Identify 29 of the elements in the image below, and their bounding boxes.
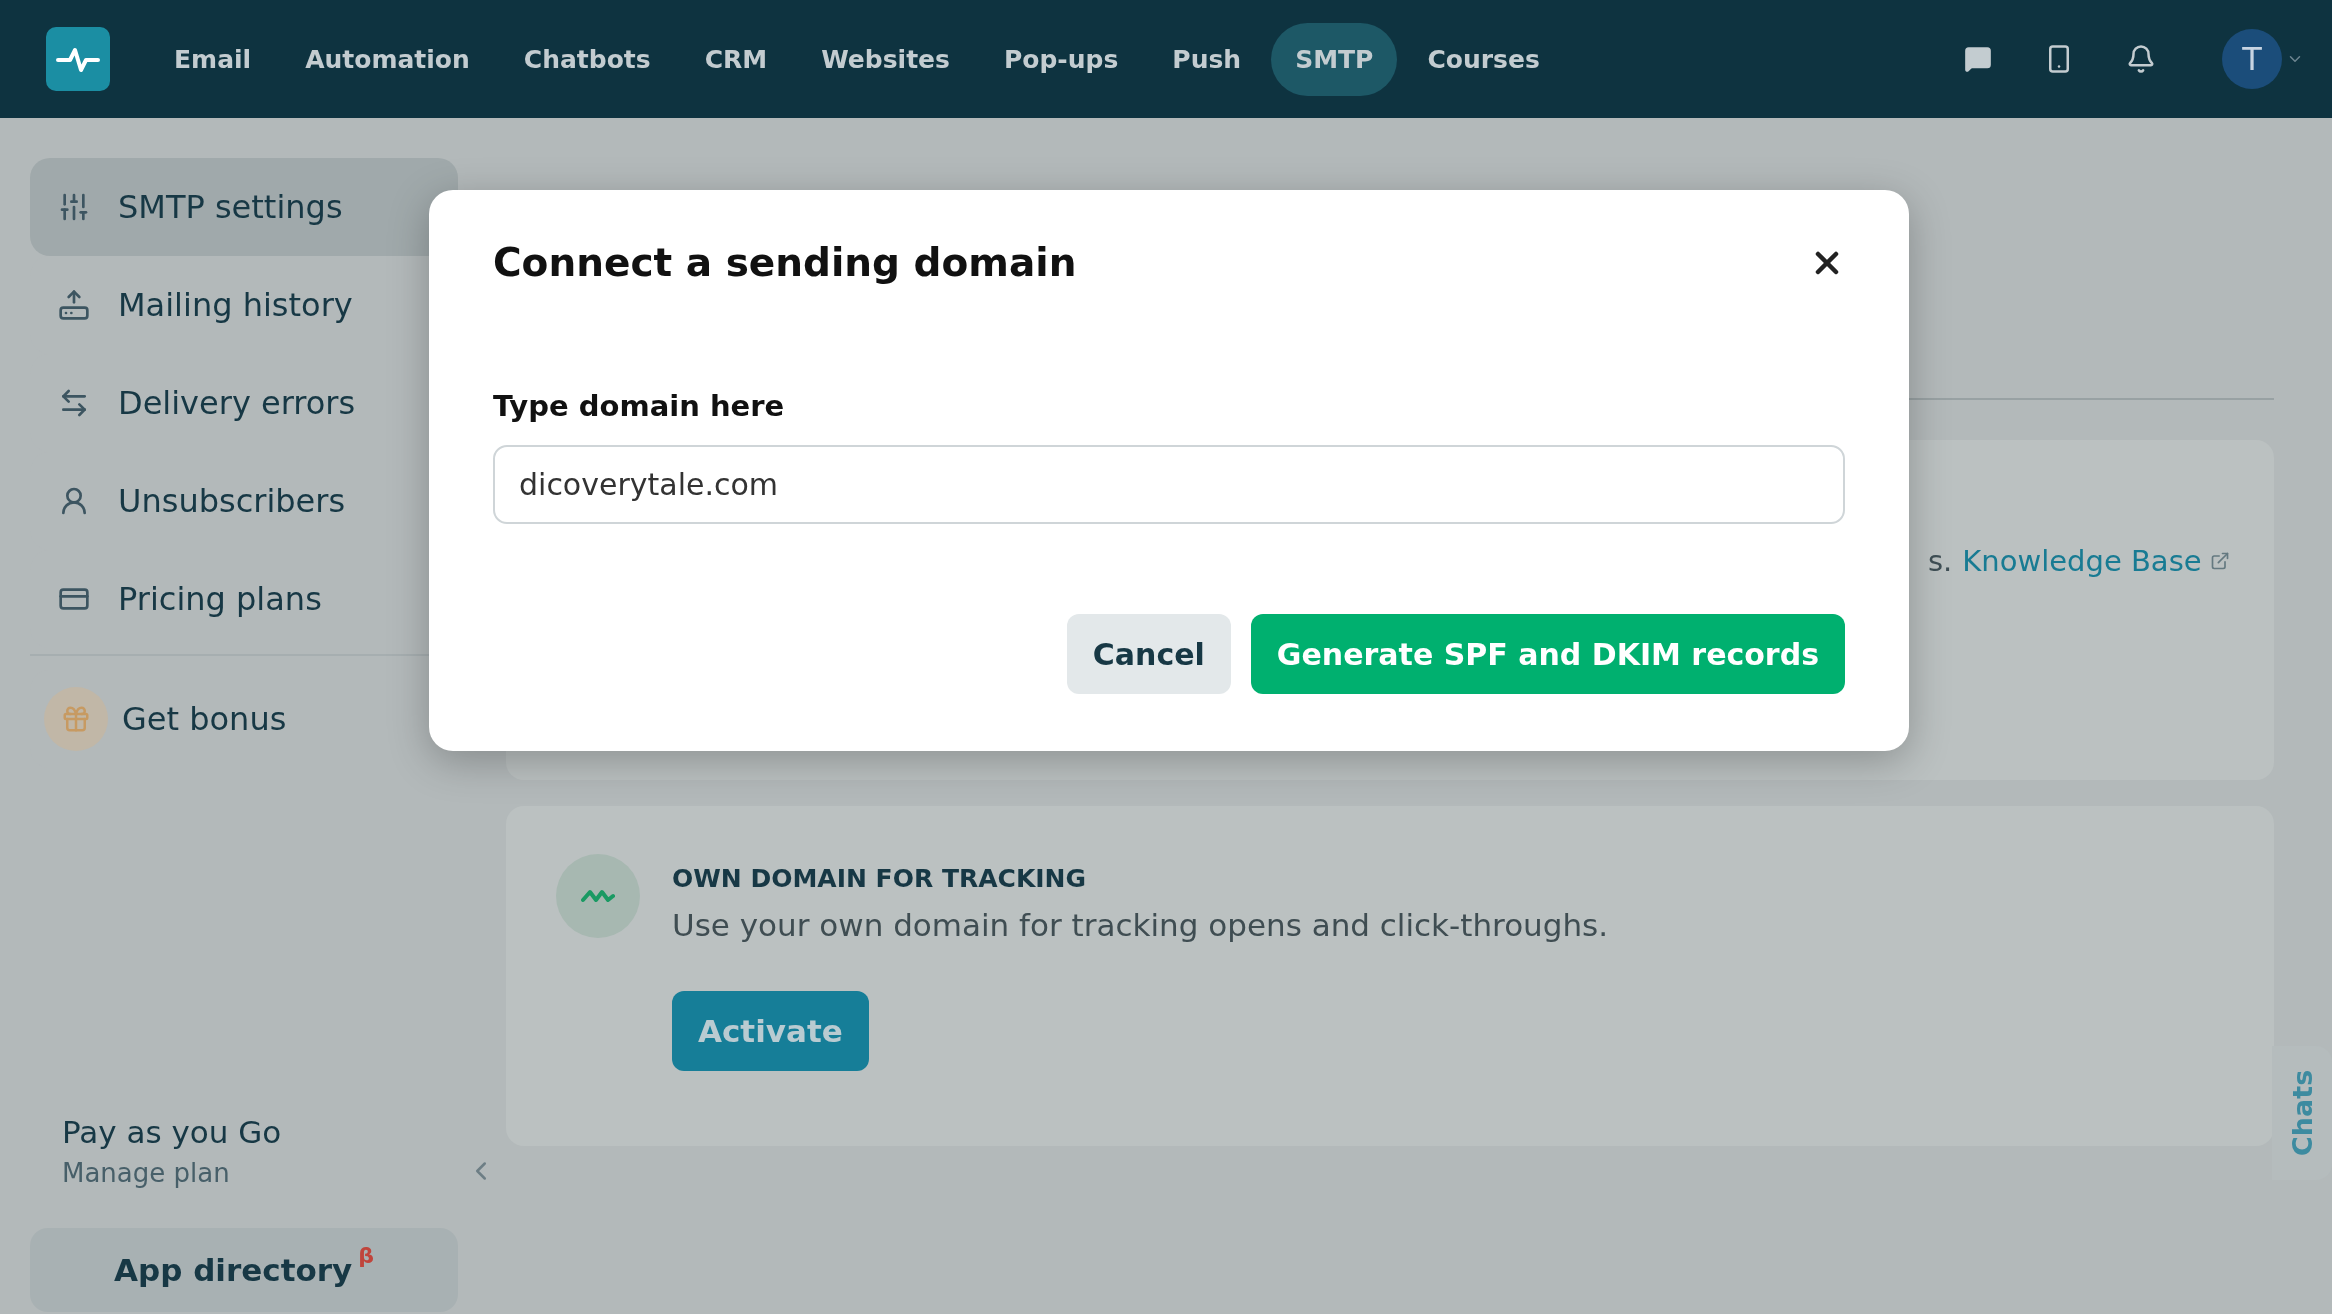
modal-title: Connect a sending domain bbox=[493, 240, 1077, 285]
sidebar-item[interactable]: SMTP settings bbox=[30, 158, 458, 256]
app-directory-button[interactable]: App directory $^{β}$ bbox=[30, 1228, 458, 1312]
beta-label: β bbox=[358, 1243, 374, 1268]
nav-tab[interactable]: Websites bbox=[797, 22, 974, 96]
cancel-button[interactable]: Cancel bbox=[1066, 614, 1231, 694]
nav-tab[interactable]: Pop-ups bbox=[979, 22, 1143, 96]
chat-icon[interactable] bbox=[1964, 45, 1992, 73]
app-directory-label: App directory bbox=[113, 1252, 353, 1288]
nav-tab[interactable]: Chatbots bbox=[499, 22, 675, 96]
nav-tab[interactable]: SMTP bbox=[1271, 22, 1398, 96]
domain-input-field[interactable]: dicoverytale.com bbox=[493, 445, 1845, 524]
nav-tab[interactable]: Courses bbox=[1403, 22, 1564, 96]
card-description: Use your own domain for tracking opens and click-throughs. bbox=[672, 907, 1609, 943]
field-label: Type domain here bbox=[493, 389, 786, 423]
bell-icon[interactable] bbox=[2126, 44, 2156, 74]
logo-icon[interactable] bbox=[46, 27, 110, 91]
nav-tab[interactable]: CRM bbox=[680, 22, 792, 96]
card-title: OWN DOMAIN FOR TRACKING bbox=[672, 864, 1087, 893]
external-link-icon bbox=[2209, 551, 2230, 571]
plan-name: Pay as you Go bbox=[62, 1114, 283, 1150]
card-text: s. bbox=[1928, 544, 1953, 578]
nav-tab[interactable]: Email bbox=[150, 22, 276, 96]
manage-plan-link[interactable]: Manage plan bbox=[62, 1158, 458, 1188]
nav-tab[interactable]: Automation bbox=[281, 22, 494, 96]
sidebar-item-icon bbox=[58, 191, 90, 223]
avatar[interactable]: T bbox=[2222, 29, 2282, 89]
nav-tab[interactable]: Push bbox=[1148, 22, 1266, 96]
sidebar-item-icon bbox=[58, 289, 90, 321]
